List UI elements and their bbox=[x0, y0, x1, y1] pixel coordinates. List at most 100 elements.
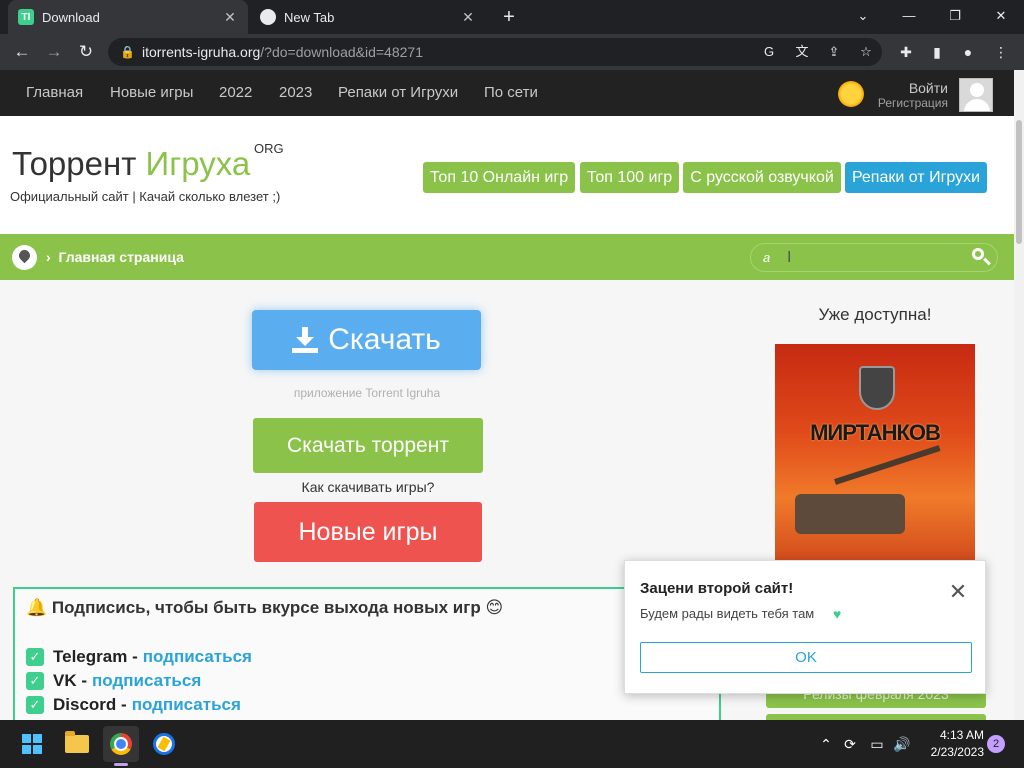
checkmark-icon: ✓ bbox=[26, 648, 44, 666]
scrollbar-thumb[interactable] bbox=[1016, 120, 1022, 244]
new-games-button[interactable]: Новые игры bbox=[254, 502, 482, 562]
site-tagline: Официальный сайт | Качай сколько влезет … bbox=[10, 189, 281, 204]
register-link[interactable]: Регистрация bbox=[872, 96, 948, 110]
checkmark-icon: ✓ bbox=[26, 672, 44, 690]
close-icon[interactable]: ✕ bbox=[946, 580, 970, 604]
bookmark-star-icon[interactable]: ☆ bbox=[857, 43, 875, 61]
browser-taskbar-button[interactable] bbox=[146, 726, 182, 762]
reload-icon[interactable]: ↻ bbox=[73, 40, 99, 64]
subscribe-link[interactable]: подписаться bbox=[92, 671, 201, 691]
close-tab-icon[interactable]: ✕ bbox=[460, 9, 476, 25]
url-domain: itorrents-igruha.org bbox=[142, 44, 261, 60]
breadcrumb[interactable]: › Главная страница bbox=[46, 249, 184, 265]
ad-title: МИРТАНКОВ bbox=[810, 420, 941, 445]
notification-badge[interactable]: 2 bbox=[987, 735, 1005, 753]
checkmark-icon: ✓ bbox=[26, 696, 44, 714]
popup-text: Будем рады видеть тебя там bbox=[640, 606, 815, 621]
site-logo[interactable]: Торрент Игруха bbox=[12, 145, 250, 183]
top10-online-button[interactable]: Топ 10 Онлайн игр bbox=[423, 162, 575, 193]
close-tab-icon[interactable]: ✕ bbox=[222, 9, 238, 25]
nav-repacks[interactable]: Репаки от Игрухи bbox=[338, 70, 458, 116]
tank-gun bbox=[834, 445, 941, 485]
popup-ok-button[interactable]: OK bbox=[640, 642, 972, 673]
separator: - bbox=[121, 695, 127, 714]
share-icon[interactable]: ⇪ bbox=[825, 43, 843, 61]
tank-emblem-icon bbox=[859, 366, 895, 410]
download-icon bbox=[292, 327, 319, 353]
russian-voice-button[interactable]: С русской озвучкой bbox=[683, 162, 841, 193]
login-link[interactable]: Войти bbox=[872, 80, 948, 96]
nav-home[interactable]: Главная bbox=[26, 70, 83, 116]
text-cursor-icon: I bbox=[787, 249, 791, 267]
close-window-button[interactable]: ✕ bbox=[978, 4, 1024, 28]
subscribe-row-vk: ✓ VK - подписаться bbox=[26, 671, 201, 691]
nav-2023[interactable]: 2023 bbox=[279, 70, 312, 116]
search-icon[interactable] bbox=[970, 246, 992, 268]
monitor-icon[interactable]: ▭ bbox=[867, 732, 887, 756]
location-pin-icon bbox=[12, 245, 37, 270]
side-panel-icon[interactable]: ▮ bbox=[927, 43, 947, 61]
separator: - bbox=[81, 671, 88, 690]
how-to-download-link[interactable]: Как скачивать игры? bbox=[253, 479, 483, 495]
chrome-favicon-icon bbox=[260, 9, 276, 25]
separator: - bbox=[132, 647, 138, 666]
translate-icon[interactable]: 文 bbox=[793, 43, 811, 61]
menu-kebab-icon[interactable]: ⋮ bbox=[991, 43, 1011, 61]
clock[interactable]: 4:13 AM 2/23/2023 bbox=[920, 727, 984, 761]
nav-2022[interactable]: 2022 bbox=[219, 70, 252, 116]
subscribe-title: 🔔 Подписись, чтобы быть вкурсе выхода но… bbox=[26, 598, 503, 618]
subscribe-row-telegram: ✓ Telegram - подписаться bbox=[26, 647, 252, 667]
popup-title: Зацени второй сайт! bbox=[640, 580, 794, 597]
bell-icon: 🔔 bbox=[26, 598, 48, 617]
smile-icon: 😊 bbox=[485, 598, 504, 617]
forward-arrow-icon[interactable]: → bbox=[41, 40, 67, 64]
login-block: Войти Регистрация bbox=[872, 80, 948, 110]
avatar[interactable] bbox=[959, 78, 993, 112]
subscribe-title-text: Подписись, чтобы быть вкурсе выхода новы… bbox=[51, 598, 481, 617]
volume-icon[interactable]: 🔊 bbox=[892, 732, 912, 756]
google-icon[interactable]: G bbox=[760, 43, 778, 61]
extensions-icon[interactable]: ✚ bbox=[896, 43, 916, 61]
subscribe-link[interactable]: подписаться bbox=[143, 647, 252, 667]
search-icon-ring bbox=[972, 248, 984, 260]
tank-image bbox=[795, 494, 905, 534]
subscribe-link[interactable]: подписаться bbox=[132, 695, 241, 715]
sync-icon[interactable]: ⟳ bbox=[840, 732, 860, 756]
service-name: VK bbox=[53, 671, 77, 690]
profile-icon[interactable]: ● bbox=[958, 43, 978, 61]
avatar-head bbox=[970, 83, 984, 97]
download-button[interactable]: Скачать bbox=[252, 310, 481, 370]
back-arrow-icon[interactable]: ← bbox=[9, 40, 35, 64]
download-label: Скачать bbox=[328, 323, 441, 356]
sun-theme-icon[interactable] bbox=[836, 79, 866, 109]
world-of-tanks-banner[interactable]: МИРТАНКОВ bbox=[775, 344, 975, 564]
chevron-up-icon[interactable]: ⌃ bbox=[816, 732, 836, 756]
file-explorer-button[interactable] bbox=[59, 726, 95, 762]
download-torrent-button[interactable]: Скачать торрент bbox=[253, 418, 483, 473]
restore-button[interactable]: ❐ bbox=[932, 4, 978, 28]
breadcrumb-home[interactable]: Главная страница bbox=[58, 249, 183, 265]
heart-icon: ♥ bbox=[833, 606, 842, 622]
minimize-button[interactable]: — bbox=[886, 4, 932, 28]
chrome-taskbar-button[interactable] bbox=[103, 726, 139, 762]
url-path: /?do=download&id=48271 bbox=[260, 44, 423, 60]
clock-date: 2/23/2023 bbox=[930, 745, 984, 759]
new-tab-button[interactable]: + bbox=[496, 5, 522, 29]
tab-new-tab[interactable]: New Tab ✕ bbox=[250, 0, 486, 34]
logo-suffix: ORG bbox=[254, 141, 284, 156]
service-name: Telegram bbox=[53, 647, 128, 666]
top100-button[interactable]: Топ 100 игр bbox=[580, 162, 679, 193]
start-button[interactable] bbox=[14, 726, 50, 762]
avatar-body bbox=[964, 99, 990, 111]
nav-online[interactable]: По сети bbox=[484, 70, 538, 116]
nav-new-games[interactable]: Новые игры bbox=[110, 70, 193, 116]
repacks-button[interactable]: Репаки от Игрухи bbox=[845, 162, 987, 193]
logo-part2: Игруха bbox=[145, 145, 251, 182]
chrome-icon bbox=[110, 733, 132, 755]
tab-search-icon[interactable]: ⌄ bbox=[840, 4, 886, 28]
app-caption: приложение Torrent Igruha bbox=[293, 386, 441, 400]
tab-title: Download bbox=[42, 9, 100, 25]
lock-icon: 🔒 bbox=[120, 45, 135, 59]
service-name: Discord bbox=[53, 695, 117, 714]
tab-download[interactable]: TI Download ✕ bbox=[8, 0, 248, 34]
